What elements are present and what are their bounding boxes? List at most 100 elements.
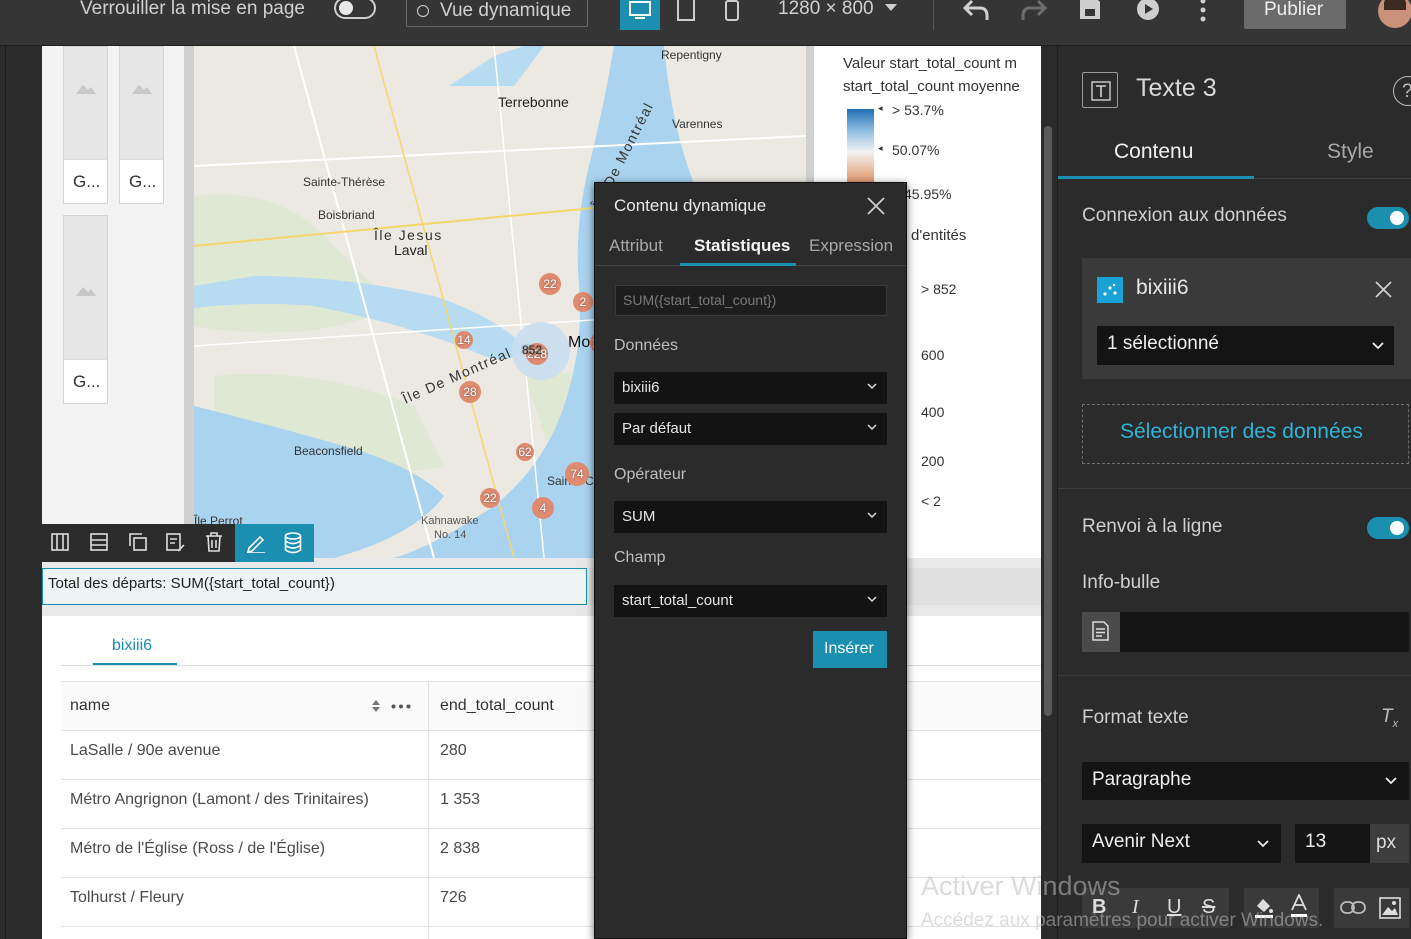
cell-count: 280: [440, 742, 467, 759]
dynamic-view-label: Vue dynamique: [440, 0, 572, 21]
paragraph-value: Paragraphe: [1092, 769, 1192, 790]
tooltip-content-button[interactable]: [1082, 612, 1120, 652]
left-rail: [0, 46, 42, 939]
cluster-marker[interactable]: 28: [459, 381, 481, 403]
more-horizontal-icon[interactable]: [391, 704, 411, 709]
place-label: Laval: [394, 242, 428, 258]
chevron-down-icon: [1385, 777, 1397, 785]
cluster-marker[interactable]: 2: [573, 292, 593, 312]
image-placeholder-icon: [76, 287, 96, 296]
publish-label: Publier: [1264, 0, 1324, 20]
tooltip-input[interactable]: [1082, 612, 1409, 652]
selection-select[interactable]: 1 sélectionné: [1097, 326, 1394, 365]
cluster-marker[interactable]: 4: [532, 497, 554, 519]
layout-icon[interactable]: [51, 533, 69, 551]
insert-label: Insérer: [824, 640, 874, 657]
clear-format-icon[interactable]: Tx: [1381, 706, 1398, 730]
data-source-card: bixiii6 1 sélectionné: [1082, 258, 1411, 379]
cluster-marker[interactable]: 22: [480, 488, 500, 508]
save-icon[interactable]: [1079, 0, 1101, 21]
scrollbar-thumb[interactable]: [1044, 126, 1052, 716]
select-data-button[interactable]: Sélectionner des données: [1082, 404, 1409, 464]
tab-attribut[interactable]: Attribut: [609, 236, 663, 256]
cell-name: Métro de l'Église (Ross / de l'Église): [70, 840, 326, 857]
field-value: start_total_count: [622, 592, 733, 609]
cluster-marker[interactable]: 22: [539, 273, 561, 295]
play-icon[interactable]: [1136, 0, 1160, 21]
layout-row-icon[interactable]: [90, 533, 108, 551]
tab-statistiques[interactable]: Statistiques: [694, 236, 790, 256]
more-vertical-icon[interactable]: [1198, 0, 1208, 22]
gallery-thumb[interactable]: G...: [63, 215, 108, 404]
place-label: Kahnawake: [421, 515, 479, 527]
legend-title: Valeur start_total_count m: [843, 55, 1017, 72]
caret-down-icon[interactable]: [884, 3, 898, 13]
gallery-thumb[interactable]: G...: [63, 46, 108, 204]
gallery-thumb[interactable]: G...: [119, 46, 164, 204]
dynamic-view-button[interactable]: Vue dynamique: [406, 0, 588, 27]
chevron-down-icon: [867, 383, 877, 390]
help-icon[interactable]: ?: [1393, 76, 1411, 106]
sort-icon[interactable]: [371, 699, 381, 713]
tooltip-label: Info-bulle: [1082, 572, 1161, 593]
tablet-icon[interactable]: [677, 0, 695, 22]
size-stop: 400: [921, 404, 945, 420]
insert-button[interactable]: Insérer: [813, 631, 887, 668]
thumb-label: G...: [64, 159, 107, 203]
close-icon[interactable]: [1375, 281, 1392, 298]
duplicate-icon[interactable]: [129, 533, 147, 551]
cluster-marker[interactable]: 74: [565, 462, 589, 486]
data-connection-toggle[interactable]: [1367, 207, 1409, 229]
data-source-value: bixiii6: [622, 379, 660, 396]
operator-value: SUM: [622, 508, 656, 525]
resolution-label[interactable]: 1280 × 800: [778, 0, 874, 20]
cluster-marker[interactable]: 852: [519, 337, 545, 363]
edit-layout-icon[interactable]: [166, 533, 186, 553]
text-widget[interactable]: Total des départs: SUM({start_total_coun…: [42, 568, 587, 605]
pencil-icon[interactable]: [246, 533, 266, 553]
database-icon[interactable]: [284, 532, 302, 554]
data-label: Données: [614, 337, 679, 354]
document-icon: [1092, 621, 1109, 641]
cell-name: Tolhurst / Fleury: [70, 889, 184, 906]
undo-icon[interactable]: [962, 0, 990, 22]
font-unit[interactable]: px: [1370, 824, 1409, 863]
cell-count: 2 838: [440, 840, 481, 857]
tab-expression[interactable]: Expression: [809, 236, 893, 256]
font-size-input[interactable]: 13: [1295, 824, 1370, 863]
desktop-view-button[interactable]: [620, 0, 660, 30]
cluster-marker[interactable]: 62: [516, 443, 534, 461]
operator-select[interactable]: SUM: [614, 501, 887, 533]
tab-style[interactable]: Style: [1327, 140, 1374, 164]
column-header-name[interactable]: name: [70, 697, 110, 715]
data-source-select[interactable]: bixiii6: [614, 372, 887, 404]
wrap-toggle[interactable]: [1367, 517, 1409, 539]
trash-icon[interactable]: [205, 532, 223, 552]
lock-layout-toggle[interactable]: [334, 0, 376, 19]
font-value: Avenir Next: [1092, 831, 1190, 852]
font-family-select[interactable]: Avenir Next: [1082, 824, 1281, 863]
publish-button[interactable]: Publier: [1244, 0, 1346, 29]
avatar[interactable]: [1378, 0, 1411, 28]
data-view-value: Par défaut: [622, 420, 692, 437]
column-header-end-total-count[interactable]: end_total_count: [440, 697, 554, 715]
cluster-marker[interactable]: 14: [455, 331, 473, 349]
tab-bixiii6[interactable]: bixiii6: [112, 637, 152, 655]
tab-contenu[interactable]: Contenu: [1114, 140, 1193, 164]
place-label: No. 14: [434, 529, 467, 541]
cell-name: LaSalle / 90e avenue: [70, 742, 221, 759]
paragraph-select[interactable]: Paragraphe: [1082, 762, 1409, 800]
canvas-scrollbar[interactable]: [1041, 46, 1057, 939]
field-select[interactable]: start_total_count: [614, 585, 887, 617]
place-label: Varennes: [672, 117, 723, 131]
data-view-select[interactable]: Par défaut: [614, 413, 887, 445]
chevron-down-icon: [867, 512, 877, 519]
phone-icon[interactable]: [725, 0, 739, 22]
link-icon[interactable]: [1340, 901, 1366, 915]
image-icon[interactable]: [1379, 897, 1401, 919]
field-label: Champ: [614, 549, 666, 566]
operator-label: Opérateur: [614, 466, 687, 483]
expression-input[interactable]: SUM({start_total_count}): [615, 285, 887, 316]
close-icon[interactable]: [867, 197, 885, 215]
font-size-value: 13: [1305, 831, 1327, 852]
